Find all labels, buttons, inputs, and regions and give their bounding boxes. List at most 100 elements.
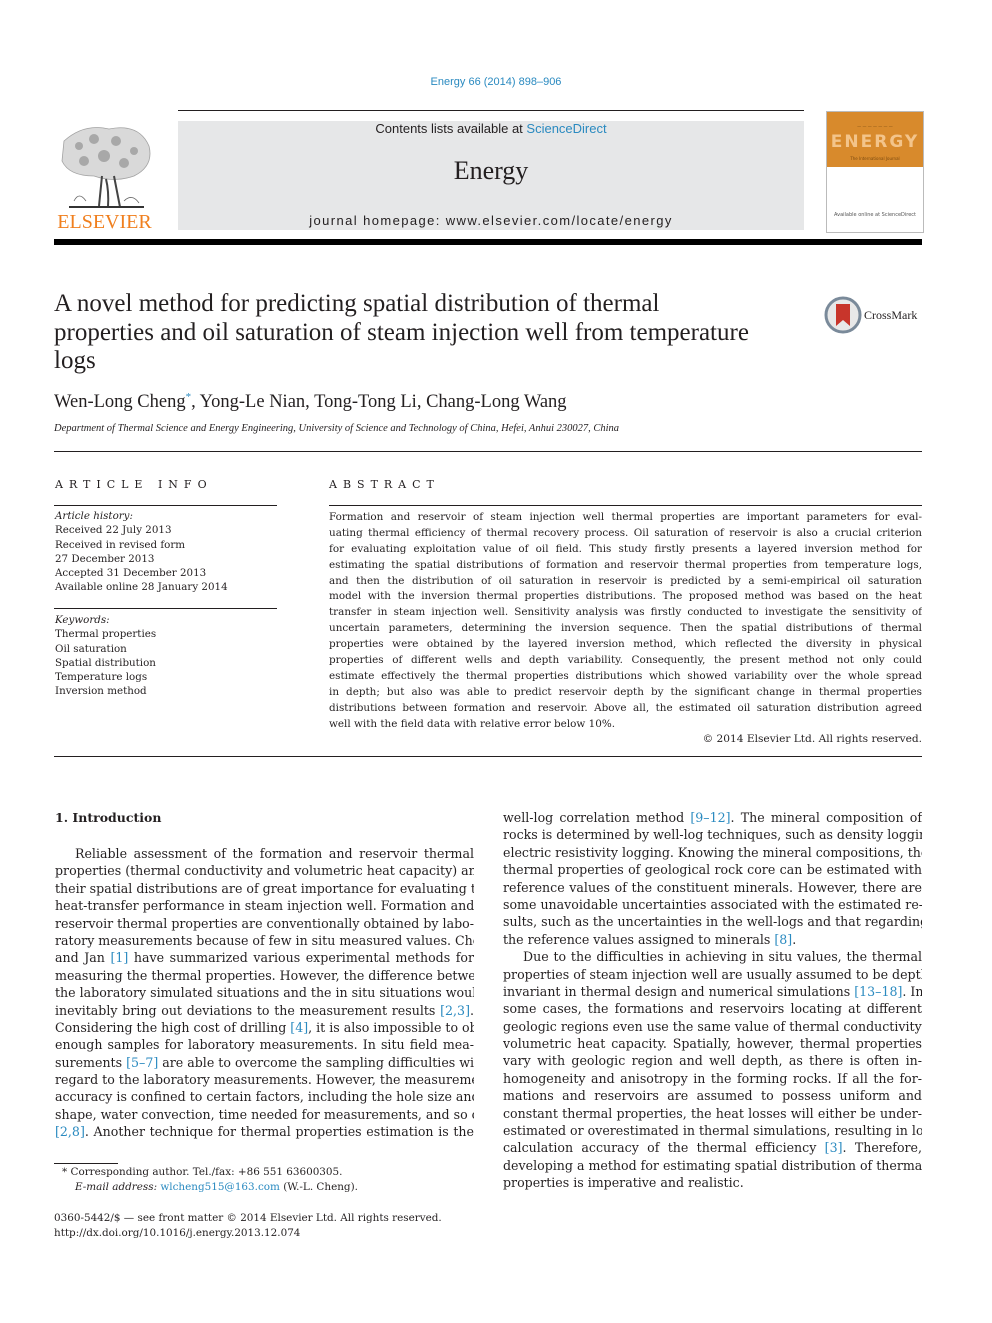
journal-cover-thumbnail[interactable]: — — — — — — — ENERGY The International J…	[826, 111, 924, 233]
body-text: electric resistivity logging. Knowing th…	[503, 844, 922, 860]
body-line: mations and reservoirs are assumed to po…	[503, 1087, 922, 1104]
abstract-heading: ABSTRACT	[329, 478, 440, 491]
abstract-line: and then the distribution of oil saturat…	[329, 574, 922, 587]
abstract-line: estimate effectively the thermal propert…	[329, 669, 922, 682]
body-line: inevitably bring out deviations to the m…	[55, 1002, 474, 1019]
body-text: some unavoidable uncertainties associate…	[503, 896, 922, 912]
keyword: Oil saturation	[55, 642, 127, 655]
body-text: ratory measurements because of few in si…	[55, 932, 474, 948]
body-text: .	[792, 931, 797, 947]
body-text: developing a method for estimating spati…	[503, 1157, 922, 1173]
author-name[interactable]: Wen-Long Cheng	[54, 392, 186, 412]
body-line: enough samples for laboratory measuremen…	[55, 1036, 474, 1053]
body-line: accuracy is confined to certain factors,…	[55, 1088, 474, 1105]
divider	[54, 451, 922, 452]
body-line: their spatial distributions are of great…	[55, 880, 474, 897]
body-text: estimated or overestimated in thermal si…	[503, 1123, 922, 1139]
article-history: Article history: Received 22 July 2013 R…	[55, 509, 228, 595]
body-line: invariant in thermal design and numerica…	[503, 983, 922, 1000]
body-text: are able to overcome the sampling diffic…	[158, 1054, 474, 1070]
body-text: properties is imperative and realistic.	[503, 1175, 744, 1191]
body-line: [2,8]. Another technique for thermal pro…	[55, 1123, 474, 1140]
body-text: shape, water convection, time needed for…	[55, 1106, 474, 1122]
body-line: homogeneity and anisotropy in the formin…	[503, 1070, 922, 1087]
issn-line: 0360-5442/$ — see front matter © 2014 El…	[54, 1212, 442, 1224]
body-text: reference values of the constituent mine…	[503, 879, 922, 895]
body-column-right: well-log correlation method [9–12]. The …	[503, 809, 922, 1192]
body-text: , it is also impossible to obtain	[308, 1019, 474, 1035]
citation-link[interactable]: [2,8]	[55, 1124, 85, 1139]
divider	[329, 505, 922, 506]
affiliation: Department of Thermal Science and Energy…	[54, 423, 620, 434]
abstract-line: Formation and reservoir of steam injecti…	[329, 511, 922, 523]
journal-homepage-link[interactable]: journal homepage: www.elsevier.com/locat…	[178, 213, 804, 228]
citation-link[interactable]: [13–18]	[854, 984, 902, 999]
doi-link[interactable]: http://dx.doi.org/10.1016/j.energy.2013.…	[54, 1227, 300, 1239]
citation-link[interactable]: [3]	[825, 1140, 843, 1155]
history-item: 27 December 2013	[55, 552, 155, 565]
email-label: E-mail address:	[75, 1181, 161, 1193]
body-line: properties is imperative and realistic.	[503, 1174, 922, 1191]
body-text: Considering the high cost of drilling	[55, 1019, 291, 1035]
body-text: volumetric heat capacity. Spatially, how…	[503, 1036, 922, 1052]
body-text: mations and reservoirs are assumed to po…	[503, 1088, 922, 1104]
elsevier-wordmark: ELSEVIER	[57, 211, 152, 233]
body-text: . Therefore,	[842, 1140, 922, 1156]
email-suffix: (W.-L. Cheng).	[279, 1181, 358, 1193]
history-item: Accepted 31 December 2013	[55, 567, 207, 580]
divider	[54, 756, 922, 757]
citation-link[interactable]: [5–7]	[126, 1055, 158, 1070]
body-text: have summarized various experimental met…	[128, 950, 474, 966]
crossmark-button[interactable]: CrossMark	[824, 296, 934, 336]
body-line: properties (thermal conductivity and vol…	[55, 862, 474, 879]
body-text: .	[469, 1002, 474, 1018]
keyword: Spatial distribution	[55, 656, 156, 669]
header-thick-rule	[54, 239, 922, 245]
cover-footer: Available online at ScienceDirect	[833, 212, 917, 218]
title-line: logs	[54, 347, 96, 374]
body-text: accuracy is confined to certain factors,…	[55, 1089, 474, 1105]
journal-reference-link[interactable]: Energy 66 (2014) 898–906	[0, 76, 992, 88]
body-line: shape, water convection, time needed for…	[55, 1106, 474, 1123]
article-title: A novel method for predicting spatial di…	[54, 290, 814, 376]
body-line: volumetric heat capacity. Spatially, how…	[503, 1035, 922, 1052]
body-text: . In	[902, 983, 922, 999]
body-text: enough samples for laboratory measuremen…	[55, 1037, 474, 1053]
sciencedirect-link[interactable]: ScienceDirect	[526, 121, 606, 136]
body-text: surements	[55, 1054, 127, 1070]
abstract-line: model with the inversion thermal propert…	[329, 590, 922, 603]
abstract-line: properties of different wells and depth …	[329, 654, 922, 667]
citation-link[interactable]: [2,3]	[440, 1003, 470, 1018]
body-line: Due to the difficulties in achieving in …	[503, 948, 922, 965]
cover-tagline: The International Journal	[850, 156, 900, 161]
citation-link[interactable]: [8]	[774, 932, 792, 947]
article-info-heading: ARTICLE INFO	[55, 478, 213, 491]
body-column-left: Reliable assessment of the formation and…	[55, 845, 474, 1141]
body-text: . The mineral composition of	[730, 810, 922, 825]
citation-link[interactable]: [9–12]	[690, 810, 730, 825]
body-text: constant thermal properties, the heat lo…	[503, 1105, 922, 1121]
body-text: and Jan	[55, 950, 111, 966]
keyword: Thermal properties	[55, 628, 157, 641]
body-text: invariant in thermal design and numerica…	[503, 983, 855, 999]
body-text: the reference values assigned to mineral…	[503, 931, 775, 947]
body-line: geologic regions even use the same value…	[503, 1018, 922, 1035]
body-line: some cases, the formations and reservoir…	[503, 1000, 922, 1017]
abstract-line: transfer in steam injection well. Sensit…	[329, 606, 922, 619]
abstract-line: in depth; but also was able to predict r…	[329, 685, 922, 698]
abstract-line: for evaluating exploitation value of oil…	[329, 542, 922, 555]
body-text: thermal properties of geological rock co…	[503, 862, 922, 878]
author-names: , Yong-Le Nian, Tong-Tong Li, Chang-Long…	[191, 392, 567, 413]
divider	[54, 608, 277, 609]
body-line: heat-transfer performance in steam injec…	[55, 897, 474, 914]
body-text: properties of steam injection well are u…	[503, 966, 922, 982]
citation-link[interactable]: [4]	[290, 1020, 308, 1035]
email-link[interactable]: wlcheng515@163.com	[160, 1181, 280, 1193]
body-line: the laboratory simulated situations and …	[55, 984, 474, 1001]
citation-link[interactable]: [1]	[110, 950, 128, 965]
footnote-corresponding: * Corresponding author. Tel./fax: +86 55…	[62, 1166, 342, 1178]
body-text: homogeneity and anisotropy in the formin…	[503, 1070, 922, 1086]
body-line: and Jan [1] have summarized various expe…	[55, 949, 474, 966]
body-line: ratory measurements because of few in si…	[55, 932, 474, 949]
body-text: . Another technique for thermal properti…	[84, 1124, 474, 1140]
